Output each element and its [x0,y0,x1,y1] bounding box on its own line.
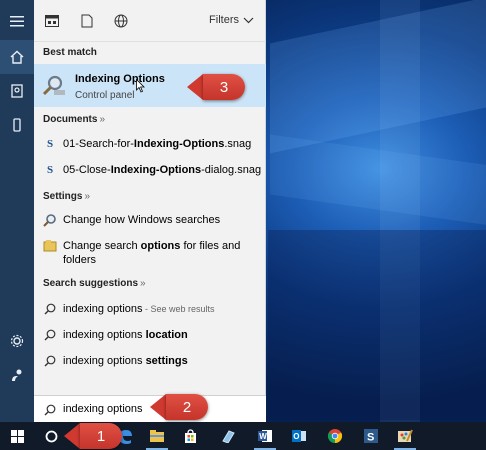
start-left-rail [0,0,34,422]
search-icon [43,403,57,417]
svg-text:W: W [259,432,267,441]
notebook-icon[interactable] [0,74,34,108]
snagit-file-icon: S [46,138,54,150]
snagit-icon[interactable]: S [356,422,386,450]
hamburger-icon[interactable] [0,4,34,38]
document-name: 05-Close-Indexing-Options-dialog.snag [63,164,262,176]
search-input[interactable]: indexing options [63,402,143,416]
filters-dropdown[interactable]: Filters [209,14,254,26]
best-match-heading: Best match [43,47,97,58]
suggestion-item[interactable]: indexing options settings [34,349,266,373]
snagit-file-icon: S [46,164,54,176]
search-settings-icon [43,213,57,227]
settings-item-label: Change search options for files and folde… [63,240,241,266]
search-icon [43,328,57,342]
document-name: 01-Search-for-Indexing-Options.snag [63,138,252,150]
step-3-callout: 3 [187,74,245,100]
windows-start-icon[interactable] [2,422,32,450]
word-icon[interactable]: W [250,422,280,450]
search-icon [43,354,57,368]
mouse-cursor-icon [136,79,145,93]
file-explorer-icon[interactable] [142,422,172,450]
suggestion-text: indexing options location [63,329,188,341]
chrome-icon[interactable] [320,422,350,450]
filters-label: Filters [209,14,239,26]
svg-text:O: O [293,432,299,441]
suggestion-text: indexing options - See web results [63,303,215,315]
search-toolbar: Filters [34,0,266,42]
search-panel: Filters Best match Indexing Options Cont… [34,0,266,422]
step-2-callout: 2 [150,394,208,420]
store-icon[interactable] [175,422,205,450]
tablet-icon[interactable] [213,422,243,450]
web-filter-icon[interactable] [112,12,130,30]
settings-icon[interactable] [0,324,34,358]
chevron-down-icon [243,17,254,23]
settings-item[interactable]: Change how Windows searches [34,208,266,232]
outlook-icon[interactable]: O [284,422,314,450]
settings-heading: Settings» [43,191,91,202]
document-item[interactable]: S 01-Search-for-Indexing-Options.snag [34,132,266,156]
paint-icon[interactable] [390,422,420,450]
suggestion-text: indexing options settings [63,355,188,367]
best-match-title: Indexing Options [75,73,165,85]
folder-options-icon [43,239,57,253]
suggestion-item[interactable]: indexing options - See web results [34,297,266,321]
cortana-icon[interactable] [36,422,66,450]
device-icon[interactable] [0,108,34,142]
documents-filter-icon[interactable] [78,12,96,30]
suggestions-heading: Search suggestions» [43,278,146,289]
indexing-options-icon [42,73,66,97]
document-item[interactable]: S 05-Close-Indexing-Options-dialog.snag [34,158,266,182]
settings-item-label: Change how Windows searches [63,214,221,226]
documents-heading: Documents» [43,114,106,125]
best-match-subtitle: Control panel [75,90,135,101]
svg-text:S: S [367,432,374,444]
settings-item[interactable]: Change search options for files and folde… [34,234,266,268]
home-icon[interactable] [0,40,34,74]
search-icon [43,302,57,316]
feedback-icon[interactable] [0,358,34,392]
suggestion-item[interactable]: indexing options location [34,323,266,347]
step-1-callout: 1 [64,423,122,449]
apps-filter-icon[interactable] [43,12,61,30]
